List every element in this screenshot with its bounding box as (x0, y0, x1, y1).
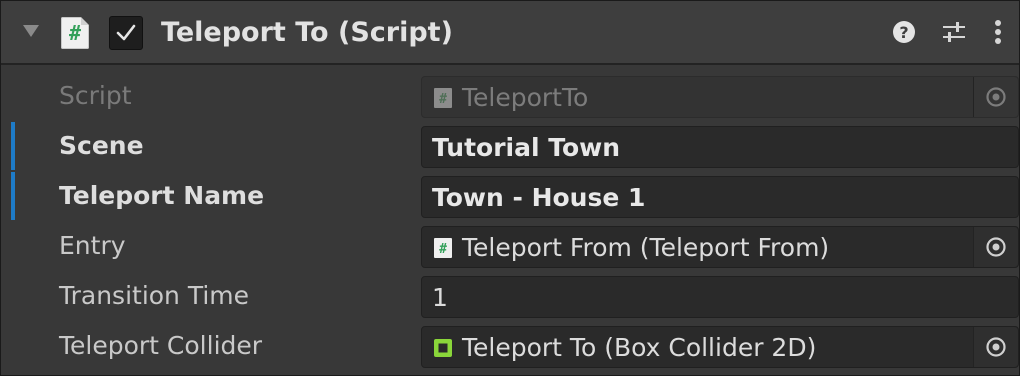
property-row-entry: Entry # Teleport From (Teleport From) (1, 221, 1019, 271)
property-row-transition-time: Transition Time 1 (1, 271, 1019, 321)
component-title: Teleport To (Script) (161, 17, 453, 48)
csharp-script-icon: # (434, 88, 452, 108)
checkmark-icon (116, 24, 136, 41)
object-picker-icon (986, 337, 1006, 357)
property-label-teleport-collider: Teleport Collider (59, 331, 263, 360)
csharp-script-icon: # (61, 17, 89, 49)
property-label-transition-time: Transition Time (59, 281, 250, 310)
scene-text-field[interactable]: Tutorial Town (421, 126, 1019, 168)
inspector-component: # Teleport To (Script) ? Script # Telepo… (0, 0, 1020, 376)
property-row-script: Script # TeleportTo (1, 71, 1019, 121)
entry-object-field[interactable]: # Teleport From (Teleport From) (421, 226, 1019, 268)
property-label-entry: Entry (59, 231, 126, 260)
foldout-arrow-icon[interactable] (23, 25, 39, 37)
kebab-menu-icon[interactable] (991, 17, 1005, 51)
object-picker-button[interactable] (973, 327, 1018, 367)
teleport-name-text-field[interactable]: Town - House 1 (421, 176, 1019, 218)
object-picker-button (973, 77, 1018, 117)
presets-icon[interactable] (939, 17, 969, 51)
teleport-collider-object-value: Teleport To (Box Collider 2D) (462, 333, 817, 362)
csharp-script-icon: # (434, 238, 452, 258)
script-object-value: TeleportTo (462, 83, 589, 112)
svg-text:#: # (439, 242, 447, 257)
box-collider-2d-icon (434, 339, 452, 357)
svg-text:?: ? (899, 23, 908, 42)
component-header[interactable]: # Teleport To (Script) ? (1, 1, 1019, 65)
teleport-name-value: Town - House 1 (432, 183, 646, 212)
property-row-teleport-name: Teleport Name Town - House 1 (1, 171, 1019, 221)
object-picker-icon (986, 87, 1006, 107)
component-enabled-checkbox[interactable] (109, 16, 143, 50)
property-row-teleport-collider: Teleport Collider Teleport To (Box Colli… (1, 321, 1019, 371)
prefab-override-marker (11, 172, 15, 220)
transition-time-value: 1 (432, 283, 448, 312)
property-label-script: Script (59, 81, 132, 110)
object-picker-icon (986, 237, 1006, 257)
scene-value: Tutorial Town (432, 133, 621, 162)
property-label-scene: Scene (59, 131, 144, 160)
script-icon-glyph: # (68, 21, 82, 45)
svg-text:#: # (439, 92, 447, 107)
script-object-field: # TeleportTo (421, 76, 1019, 118)
prefab-override-marker (11, 122, 15, 170)
entry-object-value: Teleport From (Teleport From) (462, 233, 830, 262)
object-picker-button[interactable] (973, 227, 1018, 267)
teleport-collider-object-field[interactable]: Teleport To (Box Collider 2D) (421, 326, 1019, 368)
help-icon[interactable]: ? (891, 17, 917, 51)
property-label-teleport-name: Teleport Name (59, 181, 265, 210)
transition-time-number-field[interactable]: 1 (421, 276, 1019, 318)
property-row-scene: Scene Tutorial Town (1, 121, 1019, 171)
